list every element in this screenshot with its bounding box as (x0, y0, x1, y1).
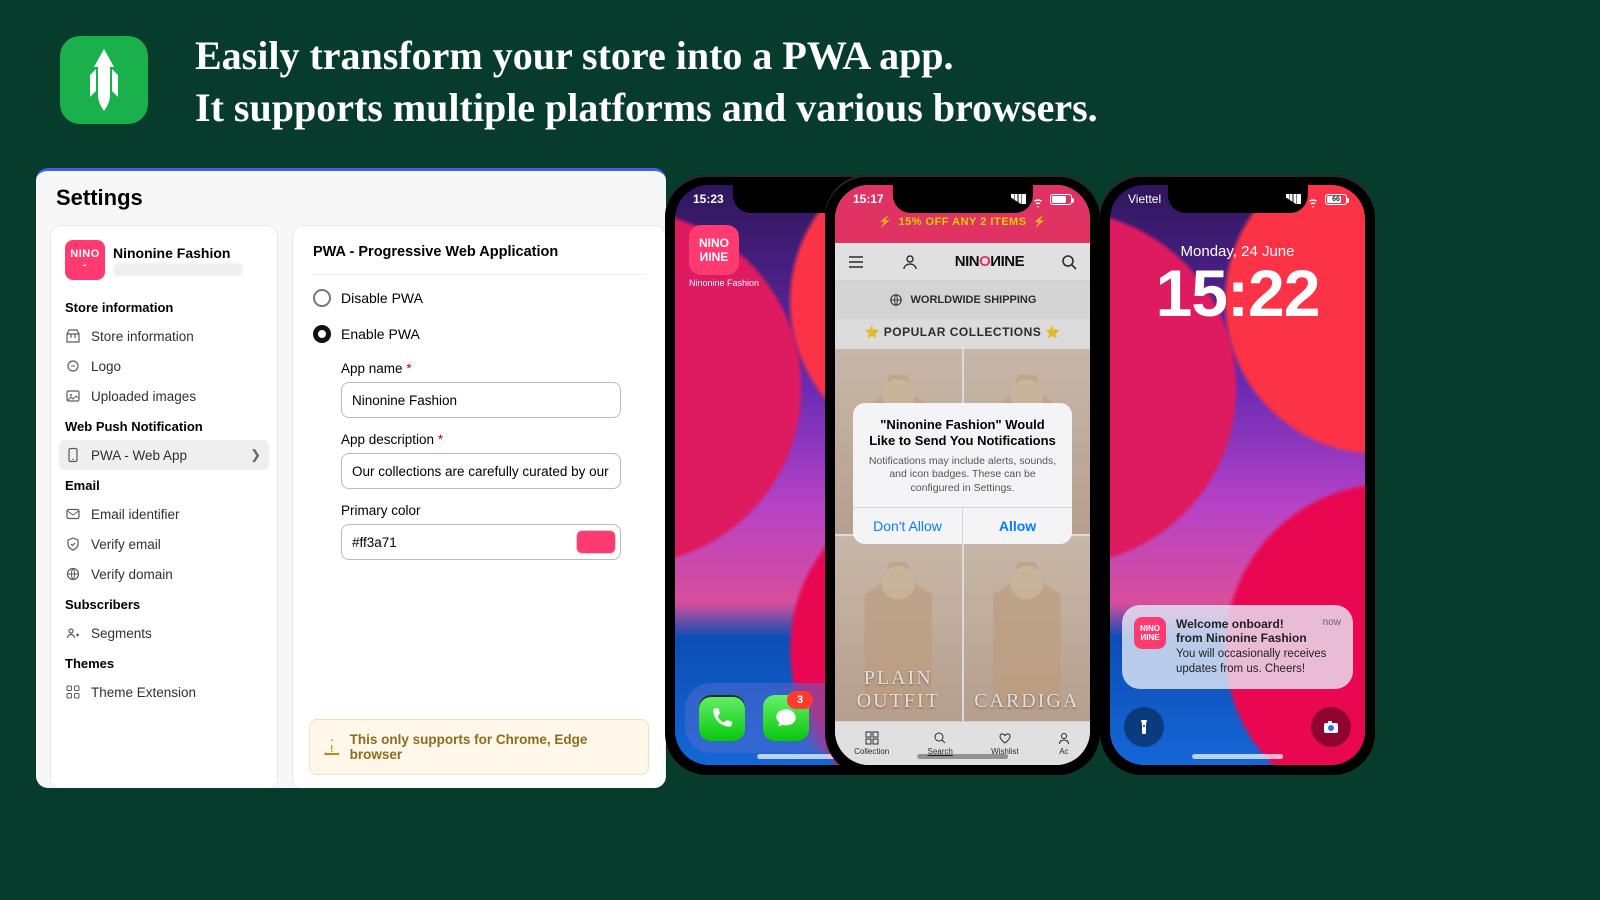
primary-color-input[interactable]: #ff3a71 (341, 524, 621, 560)
headline-line-2: It supports multiple platforms and vario… (195, 82, 1098, 134)
phone-icon (65, 447, 81, 463)
globe-icon (65, 566, 81, 582)
chevron-right-icon: ❯ (250, 447, 261, 463)
flashlight-button[interactable] (1124, 707, 1164, 747)
section-subscribers: Subscribers (51, 589, 277, 618)
store-name: Ninonine Fashion (113, 245, 243, 261)
section-push: Web Push Notification (51, 411, 277, 440)
status-time: 15:23 (693, 192, 724, 206)
primary-color-label: Primary color (341, 495, 645, 524)
mail-icon (65, 506, 81, 522)
image-icon (65, 388, 81, 404)
dialog-deny-button[interactable]: Don't Allow (853, 508, 962, 544)
push-notification[interactable]: NINOИINE now Welcome onboard! from Ninon… (1122, 605, 1353, 689)
tab-collection[interactable]: Collection (854, 731, 889, 756)
app-desc-input[interactable] (341, 453, 621, 489)
radio-dot (313, 325, 331, 343)
app-name-input[interactable] (341, 382, 621, 418)
nav-email-identifier[interactable]: Email identifier (51, 499, 277, 529)
grid-icon (65, 684, 81, 700)
dialog-desc: Notifications may include alerts, sounds… (853, 450, 1072, 508)
section-store-info: Store information (51, 292, 277, 321)
notification-subtitle: from Ninonine Fashion (1176, 631, 1341, 645)
radio-dot (313, 289, 331, 307)
store-logo: NINO - (65, 240, 105, 280)
shield-check-icon (65, 536, 81, 552)
dock-messages-icon[interactable] (763, 695, 809, 741)
headline-line-1: Easily transform your store into a PWA a… (195, 30, 1098, 82)
notification-permission-dialog: "Ninonine Fashion" Would Like to Send Yo… (853, 403, 1072, 544)
dialog-allow-button[interactable]: Allow (962, 508, 1072, 544)
status-bar: 15:17 (835, 192, 1090, 206)
popular-collections-heading: ⭐ POPULAR COLLECTIONS ⭐ (835, 325, 1090, 339)
logo-icon (65, 358, 81, 374)
user-icon[interactable] (901, 253, 919, 271)
app-desc-label: App description * (341, 424, 645, 453)
tab-account[interactable]: Ac (1057, 731, 1071, 756)
main-title: PWA - Progressive Web Application (313, 244, 645, 275)
storefront-icon (65, 328, 81, 344)
lockscreen-clock: Monday, 24 June 15:22 (1110, 243, 1365, 326)
headline: Easily transform your store into a PWA a… (195, 30, 1098, 134)
phone-mockup-store: ⚡15% OFF ANY 2 ITEMS⚡ 15:17 NINOИINE WOR… (825, 175, 1100, 775)
collection-card[interactable]: CARDIGA (964, 536, 1091, 721)
warning-icon (324, 739, 340, 755)
app-name-label: App name * (341, 353, 645, 382)
nav-verify-email[interactable]: Verify email (51, 529, 277, 559)
dock-phone-icon[interactable] (699, 695, 745, 741)
shipping-banner: WORLDWIDE SHIPPING (835, 281, 1090, 319)
settings-heading: Settings (50, 185, 666, 225)
notification-title: Welcome onboard! (1176, 617, 1341, 631)
settings-main: PWA - Progressive Web Application Disabl… (292, 225, 666, 788)
tab-wishlist[interactable]: Wishlist (991, 731, 1019, 756)
section-themes: Themes (51, 648, 277, 677)
nav-pwa-web-app[interactable]: PWA - Web App ❯ (59, 440, 269, 470)
nav-logo[interactable]: Logo (51, 351, 277, 381)
store-header: NINO - Ninonine Fashion (51, 240, 277, 292)
status-bar: Viettel 66 (1110, 192, 1365, 206)
radio-disable-pwa[interactable]: Disable PWA (313, 275, 645, 311)
collection-card[interactable]: PLAIN OUTFIT (835, 536, 962, 721)
browser-support-warning: This only supports for Chrome, Edge brow… (309, 719, 649, 775)
status-carrier: Viettel (1128, 192, 1161, 206)
status-time: 15:17 (853, 192, 884, 206)
nav-segments[interactable]: Segments (51, 618, 277, 648)
settings-sidebar: NINO - Ninonine Fashion Store informatio… (50, 225, 278, 788)
color-swatch[interactable] (576, 530, 616, 554)
nav-verify-domain[interactable]: Verify domain (51, 559, 277, 589)
settings-panel: Settings NINO - Ninonine Fashion Store i… (36, 168, 666, 788)
notification-app-icon: NINOИINE (1134, 617, 1166, 649)
notification-body: You will occasionally receives updates f… (1176, 647, 1341, 677)
radio-enable-pwa[interactable]: Enable PWA (313, 311, 645, 347)
phone-mockup-lockscreen: Viettel 66 Monday, 24 June 15:22 NINOИIN… (1100, 175, 1375, 775)
people-icon (65, 625, 81, 641)
search-icon[interactable] (1060, 253, 1078, 271)
pwa-app-tile[interactable]: NINOИINE Ninonine Fashion (689, 225, 759, 288)
camera-button[interactable] (1311, 707, 1351, 747)
hamburger-icon[interactable] (847, 253, 865, 271)
globe-icon (889, 293, 903, 307)
rocket-app-icon (60, 36, 148, 124)
store-sub-blurred (113, 263, 243, 276)
brand-logo: NINOИINE (955, 253, 1024, 270)
tab-search[interactable]: Search (927, 731, 952, 756)
nav-theme-extension[interactable]: Theme Extension (51, 677, 277, 707)
dialog-title: "Ninonine Fashion" Would Like to Send Yo… (853, 403, 1072, 450)
notification-time: now (1323, 617, 1341, 628)
nav-uploaded-images[interactable]: Uploaded images (51, 381, 277, 411)
section-email: Email (51, 470, 277, 499)
nav-store-information[interactable]: Store information (51, 321, 277, 351)
